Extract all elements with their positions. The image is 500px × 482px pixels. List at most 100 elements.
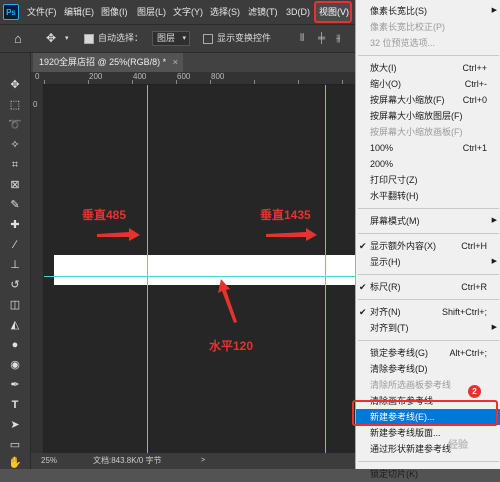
menu-file[interactable]: 文件(F) (27, 0, 57, 24)
path-select-icon[interactable]: ➤ (7, 417, 23, 433)
ruler-label: 0 (35, 72, 40, 81)
menu-separator (358, 340, 499, 341)
type-tool-icon[interactable]: T (7, 397, 23, 413)
view-menu-item-label: 通过形状新建参考线 (370, 444, 452, 454)
eyedropper-icon[interactable]: ✎ (7, 197, 23, 213)
view-menu-item[interactable]: ✔ 显示额外内容(X) Ctrl+H (356, 238, 500, 254)
menu-edit[interactable]: 编辑(E) (64, 0, 94, 24)
auto-select-checkbox[interactable] (84, 34, 94, 44)
view-menu-item[interactable]: 水平翻转(H) (356, 188, 500, 204)
ruler-tick (254, 80, 255, 84)
vertical-ruler[interactable]: 0 (31, 84, 44, 453)
chevron-down-icon: ▾ (182, 35, 186, 42)
menu-filter[interactable]: 滤镜(T) (248, 0, 278, 24)
view-menu-item[interactable]: 锁定切片(K) (356, 466, 500, 482)
stamp-tool-icon[interactable]: ⊥ (7, 257, 23, 273)
move-tool-icon[interactable]: ✥ (46, 25, 56, 52)
view-menu-item[interactable]: 放大(I) Ctrl++ (356, 60, 500, 76)
view-menu-item-label: 按屏幕大小缩放图层(F) (370, 111, 463, 121)
auto-select-dropdown[interactable]: 图层 ▾ (152, 31, 190, 46)
view-menu-item[interactable]: 屏幕模式(M) ▶ (356, 213, 500, 229)
view-menu-item[interactable]: 对齐到(T) ▶ (356, 320, 500, 336)
view-menu-item-shortcut: Ctrl+- (464, 79, 487, 89)
view-menu-item[interactable]: 按屏幕大小缩放图层(F) (356, 108, 500, 124)
ruler-tick (176, 80, 177, 84)
view-menu-item[interactable]: 100% Ctrl+1 (356, 140, 500, 156)
menu-view[interactable]: 视图(V) (319, 0, 349, 24)
view-menu-item-label: 32 位预览选项... (370, 38, 436, 48)
chevron-right-icon[interactable]: > (201, 453, 205, 469)
view-menu-item[interactable]: 显示(H) ▶ (356, 254, 500, 270)
crop-tool-icon[interactable]: ⌗ (7, 157, 23, 173)
view-menu-item: 像素长宽比校正(P) (356, 19, 500, 35)
view-menu-item-label: 显示(H) (370, 257, 401, 267)
view-menu-item[interactable]: ✔ 标尺(R) Ctrl+R (356, 279, 500, 295)
ruler-tick (132, 80, 133, 84)
canvas-area[interactable]: 垂直485 垂直1435 水平120 (44, 85, 355, 453)
options-bar: ⌂ ✥ ▾ 自动选择： 图层 ▾ 显示变换控件 ⫴ ╪ ⫵ (0, 25, 355, 53)
brush-tool-icon[interactable]: ∕ (7, 237, 23, 253)
view-menu-item[interactable]: 打印尺寸(Z) (356, 172, 500, 188)
eraser-tool-icon[interactable]: ◫ (7, 297, 23, 313)
ruler-label: 200 (89, 72, 103, 81)
view-menu-item[interactable]: ✔ 对齐(N) Shift+Ctrl+; (356, 304, 500, 320)
menu-layer[interactable]: 图层(L) (137, 0, 166, 24)
checkmark-icon: ✔ (359, 282, 367, 292)
home-icon[interactable]: ⌂ (14, 25, 22, 52)
view-menu-item-label: 锁定参考线(G) (370, 348, 428, 358)
pen-tool-icon[interactable]: ✒ (7, 377, 23, 393)
submenu-arrow-icon: ▶ (491, 258, 497, 265)
view-menu-item-label: 清除参考线(D) (370, 364, 428, 374)
view-menu-item-shortcut: Alt+Ctrl+; (449, 348, 487, 358)
document-tab[interactable]: 1920全屏店招 @ 25%(RGB/8) * × (33, 53, 183, 72)
view-menu-item-shortcut: Ctrl+1 (462, 143, 487, 153)
tools-panel: ✥ ⬚ ➰ ✧ ⌗ ⊠ ✎ ✚ ∕ ⊥ ↺ ◫ ◭ ● ◉ ✒ T ➤ ▭ ✋ (0, 53, 31, 469)
menu-type[interactable]: 文字(Y) (173, 0, 203, 24)
magic-wand-icon[interactable]: ✧ (7, 137, 23, 153)
submenu-arrow-icon: ▶ (491, 217, 497, 224)
view-menu-item[interactable]: 200% (356, 156, 500, 172)
align-center-icon[interactable]: ╪ (318, 25, 325, 52)
auto-select-value: 图层 (157, 33, 176, 43)
rectangle-tool-icon[interactable]: ▭ (7, 437, 23, 453)
watermark: 经验 (448, 440, 468, 451)
align-left-icon[interactable]: ⫴ (300, 25, 304, 52)
chevron-down-icon[interactable]: ▾ (65, 25, 69, 52)
dodge-tool-icon[interactable]: ◉ (7, 357, 23, 373)
lasso-tool-icon[interactable]: ➰ (7, 117, 23, 133)
show-transform-checkbox[interactable] (203, 34, 213, 44)
menu-select[interactable]: 选择(S) (210, 0, 240, 24)
view-menu-item-label: 打印尺寸(Z) (370, 175, 418, 185)
view-menu-item-label: 100% (370, 143, 394, 153)
view-menu-item-label: 对齐到(T) (370, 323, 409, 333)
view-menu-item[interactable]: 通过形状新建参考线 (356, 441, 500, 457)
view-menu-item[interactable]: 新建参考线版面... (356, 425, 500, 441)
menu-3d[interactable]: 3D(D) (286, 0, 310, 24)
view-menu-item-label: 按屏幕大小缩放(F) (370, 95, 445, 105)
close-icon[interactable]: × (173, 53, 178, 72)
view-menu-item[interactable]: 清除参考线(D) (356, 361, 500, 377)
view-menu-item[interactable]: 缩小(O) Ctrl+- (356, 76, 500, 92)
zoom-level[interactable]: 25% (41, 453, 57, 469)
blur-tool-icon[interactable]: ● (7, 337, 23, 353)
horizontal-ruler[interactable]: 0 200 400 600 800 (31, 72, 355, 85)
menu-image[interactable]: 图像(I) (101, 0, 128, 24)
move-tool-icon[interactable]: ✥ (7, 77, 23, 93)
view-menu-item[interactable]: 按屏幕大小缩放(F) Ctrl+0 (356, 92, 500, 108)
view-menu-item[interactable]: 像素长宽比(S) ▶ (356, 3, 500, 19)
paint-bucket-icon[interactable]: ◭ (7, 317, 23, 333)
frame-tool-icon[interactable]: ⊠ (7, 177, 23, 193)
view-menu-item[interactable]: 锁定参考线(G) Alt+Ctrl+; (356, 345, 500, 361)
healing-brush-icon[interactable]: ✚ (7, 217, 23, 233)
align-right-icon[interactable]: ⫵ (336, 25, 341, 52)
ruler-tick (88, 80, 89, 84)
view-menu-item-label: 水平翻转(H) (370, 191, 419, 201)
view-menu-item-label: 像素长宽比校正(P) (370, 22, 445, 32)
submenu-arrow-icon: ▶ (491, 324, 497, 331)
history-brush-icon[interactable]: ↺ (7, 277, 23, 293)
marquee-tool-icon[interactable]: ⬚ (7, 97, 23, 113)
menu-separator (358, 55, 499, 56)
photoshop-logo[interactable]: Ps (3, 4, 19, 20)
view-menu-item-shortcut: Shift+Ctrl+; (441, 307, 487, 317)
submenu-arrow-icon: ▶ (491, 7, 497, 14)
